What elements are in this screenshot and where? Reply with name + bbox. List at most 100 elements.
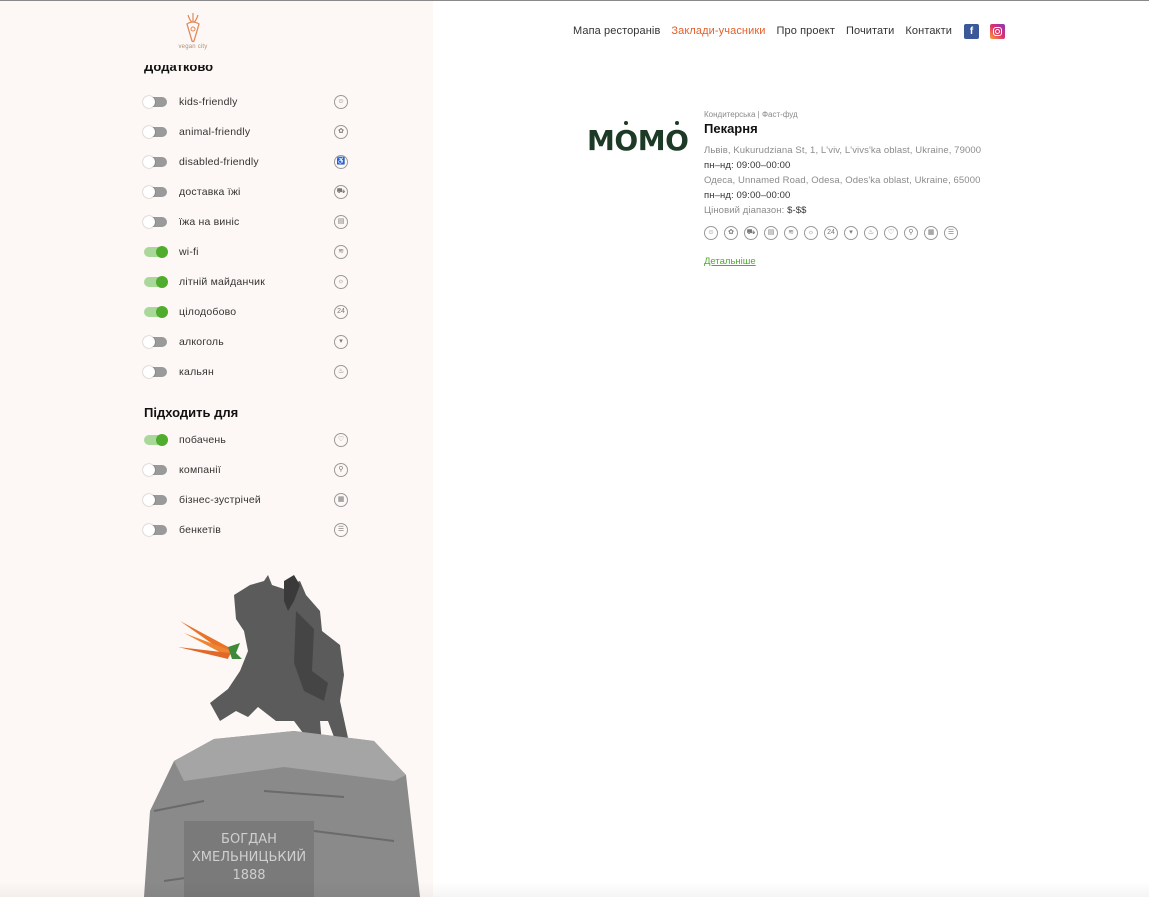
restaurant-hours-odesa: пн–нд: 09:00–00:00 <box>704 190 791 201</box>
filter-row[interactable]: цілодобово 24 <box>144 304 348 320</box>
vegan-city-logo[interactable]: vegan city <box>172 11 214 55</box>
toggle-knob <box>156 276 168 288</box>
restaurant-hours-lviv: пн–нд: 09:00–00:00 <box>704 160 791 171</box>
nav-about[interactable]: Про проект <box>777 25 835 37</box>
sun-icon: ☼ <box>334 275 348 289</box>
wheelchair-icon: ♿ <box>334 155 348 169</box>
sun-icon: ☼ <box>804 226 818 240</box>
kids-icon: ☺ <box>334 95 348 109</box>
price-range-label: Ціновий діапазон: <box>704 205 785 216</box>
filter-toggle[interactable] <box>143 216 167 228</box>
filter-toggle[interactable] <box>144 434 168 446</box>
filter-label: wi-fi <box>179 246 199 258</box>
restaurant-address-odesa: Одеса, Unnamed Road, Odesa, Odes'ka obla… <box>704 175 981 186</box>
filter-row[interactable]: алкоголь ▾ <box>143 334 348 350</box>
filter-row[interactable]: доставка їжі ⛟ <box>143 184 348 200</box>
meeting-icon: ▦ <box>924 226 938 240</box>
filter-label: бенкетів <box>179 524 222 536</box>
filter-label: компанії <box>179 464 221 476</box>
cocktail-icon: ▾ <box>844 226 858 240</box>
filter-row[interactable]: disabled-friendly ♿ <box>143 154 348 170</box>
heart-icon: ♡ <box>884 226 898 240</box>
filter-toggle[interactable] <box>144 306 168 318</box>
banquet-icon: ☰ <box>334 523 348 537</box>
toggle-knob <box>143 366 155 378</box>
filter-row[interactable]: літній майданчик ☼ <box>144 274 348 290</box>
toggle-knob <box>143 156 155 168</box>
nav-participants[interactable]: Заклади-учасники <box>671 25 765 37</box>
facebook-icon[interactable]: f <box>963 23 979 39</box>
filter-toggle[interactable] <box>143 494 167 506</box>
wifi-icon: ≋ <box>784 226 798 240</box>
filter-row[interactable]: wi-fi ≋ <box>144 244 348 260</box>
filter-row[interactable]: їжа на виніс ▤ <box>143 214 348 230</box>
nav-restaurant-map[interactable]: Мапа ресторанів <box>573 25 660 37</box>
filter-row[interactable]: animal-friendly ✿ <box>143 124 348 140</box>
nav-contacts[interactable]: Контакти <box>905 25 952 37</box>
carrot-logo-icon <box>186 13 200 43</box>
filter-label: доставка їжі <box>179 186 241 198</box>
section-title-extra: Додатково <box>144 65 214 74</box>
toggle-knob <box>143 96 155 108</box>
kids-icon: ☺ <box>704 226 718 240</box>
toggle-knob <box>156 306 168 318</box>
statue-inscription-line2: ХМЕЛЬНИЦЬКИЙ <box>192 849 306 865</box>
nav-read[interactable]: Почитати <box>846 25 894 37</box>
paw-icon: ✿ <box>334 125 348 139</box>
filter-toggle[interactable] <box>143 186 167 198</box>
filter-row[interactable]: бенкетів ☰ <box>143 522 348 538</box>
logo-text: vegan city <box>178 44 208 50</box>
meeting-icon: ▦ <box>334 493 348 507</box>
restaurant-categories: Кондитерська | Фаст-фуд <box>704 110 798 119</box>
filter-row[interactable]: компанії ⚲ <box>143 462 348 478</box>
filter-toggle[interactable] <box>143 366 167 378</box>
filter-label: побачень <box>179 434 227 446</box>
instagram-icon[interactable] <box>989 23 1005 39</box>
momo-logo[interactable]: MOMO <box>587 121 689 157</box>
heart-icon: ♡ <box>334 433 348 447</box>
filter-toggle[interactable] <box>143 156 167 168</box>
statue-inscription-line3: 1888 <box>232 868 265 883</box>
filter-row[interactable]: бізнес-зустрічей ▦ <box>143 492 348 508</box>
toggle-knob <box>143 494 155 506</box>
hookah-icon: ♨ <box>864 226 878 240</box>
main-nav: Мапа ресторанів Заклади-учасники Про про… <box>573 23 1015 39</box>
paw-icon: ✿ <box>724 226 738 240</box>
filter-label: їжа на виніс <box>179 216 240 228</box>
hookah-icon: ♨ <box>334 365 348 379</box>
filter-toggle[interactable] <box>143 524 167 536</box>
filter-label: літній майданчик <box>179 276 266 288</box>
filter-label: алкоголь <box>179 336 224 348</box>
filter-label: цілодобово <box>179 306 237 318</box>
restaurant-price-range: Ціновий діапазон: $-$$ <box>704 205 807 216</box>
filter-row[interactable]: побачень ♡ <box>144 432 348 448</box>
filter-toggle[interactable] <box>144 276 168 288</box>
filter-toggle[interactable] <box>144 246 168 258</box>
filter-toggle[interactable] <box>143 96 167 108</box>
restaurant-address-lviv: Львів, Kukurudziana St, 1, L'viv, L'vivs… <box>704 145 982 156</box>
statue-inscription-line1: БОГДАН <box>221 832 277 847</box>
delivery-icon: ⛟ <box>334 185 348 199</box>
filter-label: kids-friendly <box>179 96 238 108</box>
filter-row[interactable]: кальян ♨ <box>143 364 348 380</box>
toggle-knob <box>156 246 168 258</box>
details-link[interactable]: Детальніше <box>704 256 756 267</box>
filter-toggle[interactable] <box>143 126 167 138</box>
clock-24-icon: 24 <box>334 305 348 319</box>
khmelnytsky-statue-image: БОГДАН ХМЕЛЬНИЦЬКИЙ 1888 <box>144 575 420 897</box>
restaurant-name: Пекарня <box>704 121 758 136</box>
price-range-value: $-$$ <box>787 205 807 216</box>
toggle-knob <box>143 186 155 198</box>
takeaway-icon: ▤ <box>334 215 348 229</box>
cutlery-icon: ⚲ <box>334 463 348 477</box>
filter-toggle[interactable] <box>143 464 167 476</box>
carrot-illustration <box>178 621 242 659</box>
filter-label: бізнес-зустрічей <box>179 494 261 506</box>
toggle-knob <box>143 126 155 138</box>
cocktail-icon: ▾ <box>334 335 348 349</box>
filter-toggle[interactable] <box>143 336 167 348</box>
filter-label: кальян <box>179 366 214 378</box>
toggle-knob <box>143 216 155 228</box>
filter-row[interactable]: kids-friendly ☺ <box>143 94 348 110</box>
filter-sidebar: vegan city Додатково kids-friendly ☺ anima… <box>0 1 433 897</box>
